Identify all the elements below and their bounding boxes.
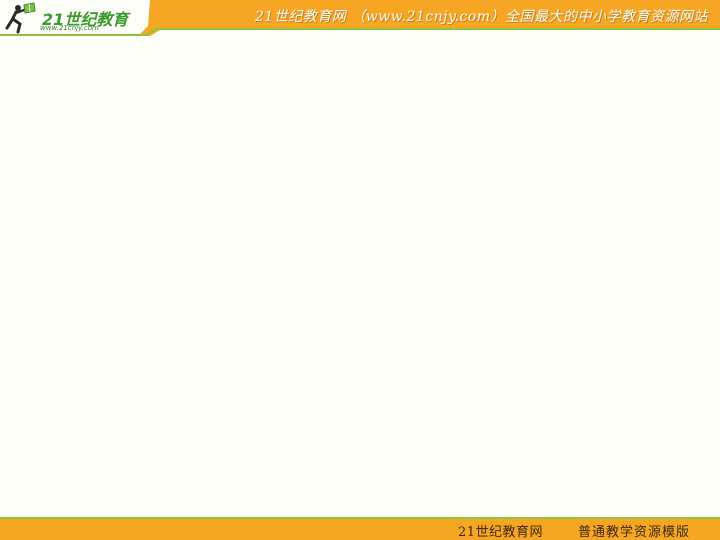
site-logo[interactable]: 21世纪教育 www.21cnjy.com [4, 2, 144, 34]
slide-content-area [0, 36, 720, 517]
logo-subtext: www.21cnjy.com [40, 24, 99, 32]
runner-with-book-icon [5, 2, 36, 34]
footer-site-name: 21世纪教育网 [458, 525, 544, 540]
header-banner: 21世纪教育 www.21cnjy.com 21世纪教育网 （www.21cnj… [0, 0, 720, 36]
footer-template-name: 普通教学资源模版 [578, 525, 691, 540]
header-title: 21世纪教育网 （www.21cnjy.com）全国最大的中小学教育资源网站 [254, 9, 708, 25]
footer-banner: 21世纪教育网 普通教学资源模版 [0, 517, 720, 540]
slide: 21世纪教育 www.21cnjy.com 21世纪教育网 （www.21cnj… [0, 0, 720, 540]
